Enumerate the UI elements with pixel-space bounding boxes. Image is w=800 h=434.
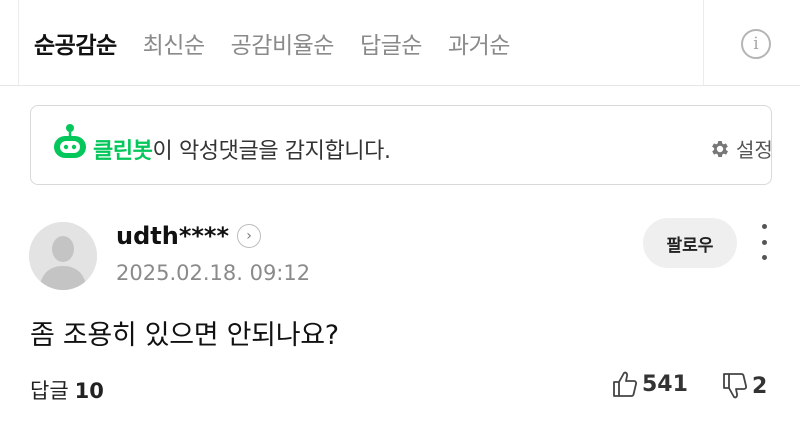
- dislike-button[interactable]: 2: [722, 372, 767, 400]
- cleanbot-message-text: 이 악성댓글을 감지합니다.: [152, 139, 391, 164]
- cleanbot-brand: 클린봇: [93, 139, 153, 164]
- cleanbot-message: 클린봇이 악성댓글을 감지합니다.: [93, 133, 391, 165]
- gear-icon: [712, 140, 728, 157]
- reply-count: 10: [74, 379, 104, 403]
- comment-timestamp: 2025.02.18. 09:12: [116, 261, 311, 285]
- reply-button[interactable]: 답글 10: [30, 375, 104, 405]
- sort-bar: 순공감순 최신순 공감비율순 답글순 과거순 i: [0, 0, 800, 86]
- tab-sort-latest[interactable]: 최신순: [143, 26, 205, 60]
- tab-sort-replies[interactable]: 답글순: [360, 26, 422, 60]
- like-count: 541: [642, 371, 688, 397]
- default-profile-icon: [29, 222, 97, 290]
- dislike-count: 2: [752, 373, 768, 399]
- tab-sort-oldest[interactable]: 과거순: [448, 26, 510, 60]
- cleanbot-robot-icon: [54, 124, 86, 158]
- avatar[interactable]: [29, 222, 97, 290]
- comment-text: 좀 조용히 있으면 안되나요?: [30, 320, 339, 351]
- like-button[interactable]: 541: [612, 370, 688, 398]
- cleanbot-notice: 클린봇이 악성댓글을 감지합니다. 설정: [30, 105, 773, 185]
- more-options-icon[interactable]: [757, 224, 771, 260]
- cleanbot-settings-button[interactable]: 설정: [709, 134, 773, 163]
- follow-button[interactable]: 팔로우: [643, 218, 737, 268]
- tab-sort-like-ratio[interactable]: 공감비율순: [231, 26, 335, 60]
- thumbs-up-icon: [613, 371, 638, 397]
- comment-username[interactable]: udth****: [116, 222, 229, 250]
- profile-arrow-icon[interactable]: ›: [237, 224, 261, 248]
- reply-label: 답글: [30, 379, 69, 403]
- settings-label: 설정: [736, 138, 773, 162]
- thumbs-down-icon: [723, 373, 748, 399]
- info-icon[interactable]: i: [741, 29, 771, 59]
- sort-tabs: 순공감순 최신순 공감비율순 답글순 과거순: [34, 26, 536, 60]
- tab-sort-likes[interactable]: 순공감순: [34, 26, 117, 60]
